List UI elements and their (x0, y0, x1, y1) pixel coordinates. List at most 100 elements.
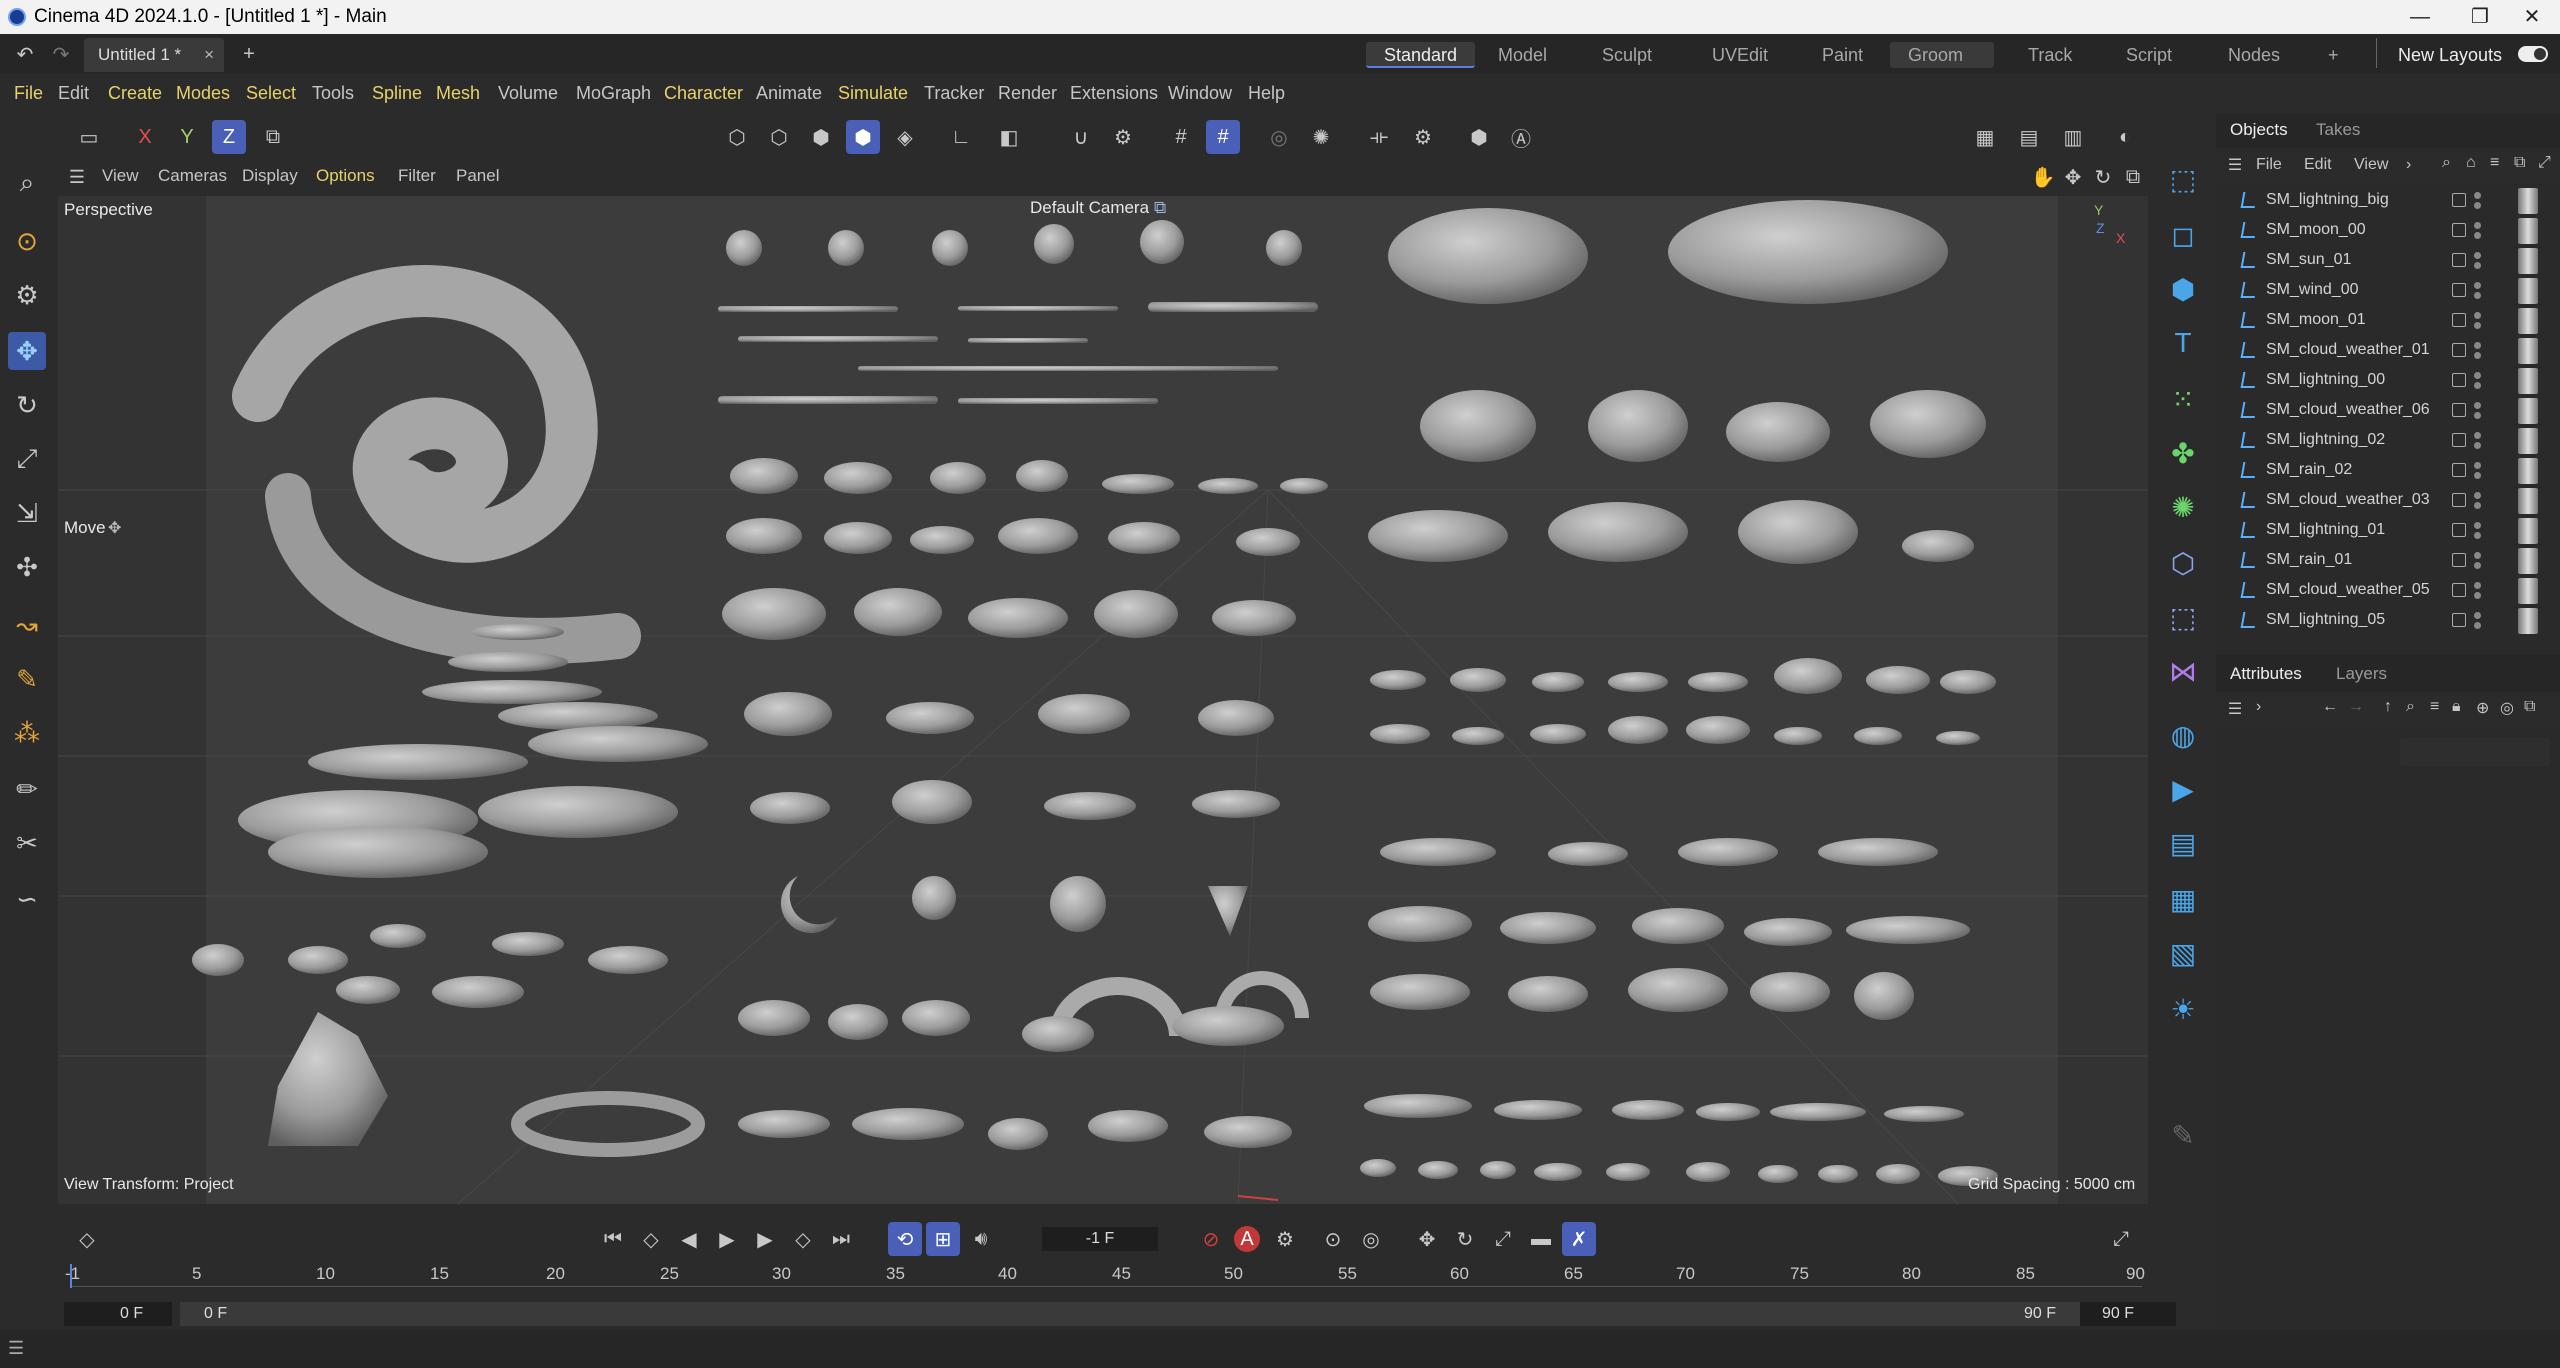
redo-icon[interactable]: ↷ (44, 37, 78, 71)
render-visibility-dot[interactable] (2474, 562, 2481, 569)
forward-arrow-icon[interactable]: → (2348, 698, 2364, 716)
material-tag-icon[interactable] (2518, 488, 2538, 514)
render-visibility-dot[interactable] (2474, 502, 2481, 509)
material-tag-icon[interactable] (2518, 428, 2538, 454)
attributes-search-field[interactable] (2400, 738, 2550, 766)
target-icon[interactable]: ◎ (2500, 698, 2514, 718)
material-tag-icon[interactable] (2518, 278, 2538, 304)
material-tag-icon[interactable] (2518, 608, 2538, 634)
pan-view-icon[interactable]: ✋ (2026, 160, 2060, 194)
timeline-ruler[interactable]: -1 5 10 15 20 25 30 35 40 45 50 55 60 65… (65, 1262, 2145, 1290)
menu-extensions[interactable]: Extensions (1070, 83, 1158, 104)
deformer-icon[interactable]: ⬡ (2162, 542, 2204, 584)
vp-menu-display[interactable]: Display (242, 166, 298, 186)
axis-y-button[interactable]: Y (170, 120, 204, 154)
vp-menu-panel[interactable]: Panel (456, 166, 499, 186)
document-tab[interactable]: Untitled 1 * × (84, 38, 224, 72)
key-lock-icon[interactable]: ⊙ (1316, 1222, 1350, 1256)
edit-checkbox[interactable] (2452, 613, 2466, 627)
previous-frame-icon[interactable]: ◀ (672, 1222, 706, 1256)
edit-checkbox[interactable] (2452, 583, 2466, 597)
new-layouts-button[interactable]: New Layouts (2380, 42, 2520, 68)
spline-smooth-icon[interactable]: ⁂ (8, 714, 46, 752)
keying-settings-icon[interactable]: ⚙ (1268, 1222, 1302, 1256)
scale-icon[interactable]: ⤢ (8, 440, 46, 478)
redshift-icon[interactable]: ◐ (2108, 120, 2142, 154)
vp-menu-options[interactable]: Options (316, 166, 375, 186)
render-visibility-dot[interactable] (2474, 292, 2481, 299)
layout-sculpt[interactable]: Sculpt (1584, 42, 1670, 68)
status-menu-icon[interactable]: ☰ (8, 1338, 24, 1359)
object-mode-icon[interactable]: ⬢ (846, 120, 880, 154)
search-icon[interactable]: ⌕ (2406, 698, 2415, 716)
object-row[interactable]: SM_cloud_weather_01 (2216, 336, 2560, 366)
preview-range-icon[interactable]: ⊞ (926, 1222, 960, 1256)
tab-objects[interactable]: Objects (2230, 120, 2288, 140)
menu-mesh[interactable]: Mesh (436, 83, 480, 104)
objects-menu-view[interactable]: View (2354, 156, 2388, 174)
render-visibility-dot[interactable] (2474, 472, 2481, 479)
vp-menu-filter[interactable]: Filter (398, 166, 436, 186)
edit-checkbox[interactable] (2452, 493, 2466, 507)
go-to-start-icon[interactable]: ⏮ (596, 1222, 630, 1256)
layout-standard[interactable]: Standard (1366, 42, 1476, 68)
layout-paint[interactable]: Paint (1804, 42, 1881, 68)
material-tag-icon[interactable] (2518, 458, 2538, 484)
render-visibility-dot[interactable] (2474, 322, 2481, 329)
object-row[interactable]: SM_cloud_weather_05 (2216, 576, 2560, 606)
editor-visibility-dot[interactable] (2474, 372, 2481, 379)
menu-tools[interactable]: Tools (312, 83, 354, 104)
menu-tracker[interactable]: Tracker (924, 83, 984, 104)
object-row[interactable]: SM_moon_01 (2216, 306, 2560, 336)
material-tag-icon[interactable] (2518, 578, 2538, 604)
scene-nodes-icon[interactable]: ⋈ (2162, 650, 2204, 692)
keyframe-icon[interactable]: ◇ (70, 1222, 104, 1256)
edit-checkbox[interactable] (2452, 433, 2466, 447)
sound-icon[interactable]: 🔊︎ (964, 1222, 998, 1256)
layout-uvedit[interactable]: UVEdit (1694, 42, 1786, 68)
layout-model[interactable]: Model (1480, 42, 1565, 68)
environment-icon[interactable]: ◍ (2162, 714, 2204, 756)
undo-icon[interactable]: ↶ (8, 37, 42, 71)
editor-visibility-dot[interactable] (2474, 252, 2481, 259)
spline-tool-icon[interactable]: ∽ (8, 880, 46, 918)
back-arrow-icon[interactable]: ← (2322, 698, 2338, 716)
editor-visibility-dot[interactable] (2474, 432, 2481, 439)
loop-icon[interactable]: ⟲ (888, 1222, 922, 1256)
object-row[interactable]: SM_lightning_05 (2216, 606, 2560, 636)
close-tab-icon[interactable]: × (204, 38, 214, 72)
render-visibility-dot[interactable] (2474, 262, 2481, 269)
layout-toggle[interactable] (2518, 46, 2548, 62)
edit-checkbox[interactable] (2452, 403, 2466, 417)
material-tag-icon[interactable] (2518, 338, 2538, 364)
layout-script[interactable]: Script (2108, 42, 2190, 68)
edit-checkbox[interactable] (2452, 253, 2466, 267)
render-visibility-dot[interactable] (2474, 352, 2481, 359)
up-arrow-icon[interactable]: ↑ (2384, 698, 2392, 716)
spot-light-icon[interactable]: ▧ (2162, 932, 2204, 974)
edit-checkbox[interactable] (2452, 463, 2466, 477)
tab-takes[interactable]: Takes (2316, 120, 2360, 140)
auto-keying-icon[interactable]: A (1234, 1226, 1260, 1252)
edit-checkbox[interactable] (2452, 523, 2466, 537)
model-mode-icon[interactable]: ▭ (72, 120, 106, 154)
transform-icon[interactable]: ⇲ (8, 494, 46, 532)
symmetry-icon[interactable]: ⟛ (1362, 120, 1396, 154)
previous-key-icon[interactable]: ◇ (634, 1222, 668, 1256)
polygons-mode-icon[interactable]: ⬢ (804, 120, 838, 154)
texture-mode-icon[interactable]: ◈ (888, 120, 922, 154)
render-view-icon[interactable]: ▦ (1968, 120, 2002, 154)
next-key-icon[interactable]: ◇ (786, 1222, 820, 1256)
menu-simulate[interactable]: Simulate (838, 83, 908, 104)
plane-object-icon[interactable]: ◻ (2162, 214, 2204, 256)
filter-icon[interactable]: ≡ (2490, 154, 2499, 172)
editor-visibility-dot[interactable] (2474, 192, 2481, 199)
new-window-icon[interactable]: ⧉ (2514, 154, 2525, 172)
menu-character[interactable]: Character (664, 83, 743, 104)
chevron-right-icon[interactable]: › (2256, 698, 2261, 716)
rotation-key-icon[interactable]: ↻ (1448, 1222, 1482, 1256)
edit-checkbox[interactable] (2452, 553, 2466, 567)
objects-menu-edit[interactable]: Edit (2304, 156, 2332, 174)
render-visibility-dot[interactable] (2474, 442, 2481, 449)
material-tag-icon[interactable] (2518, 308, 2538, 334)
